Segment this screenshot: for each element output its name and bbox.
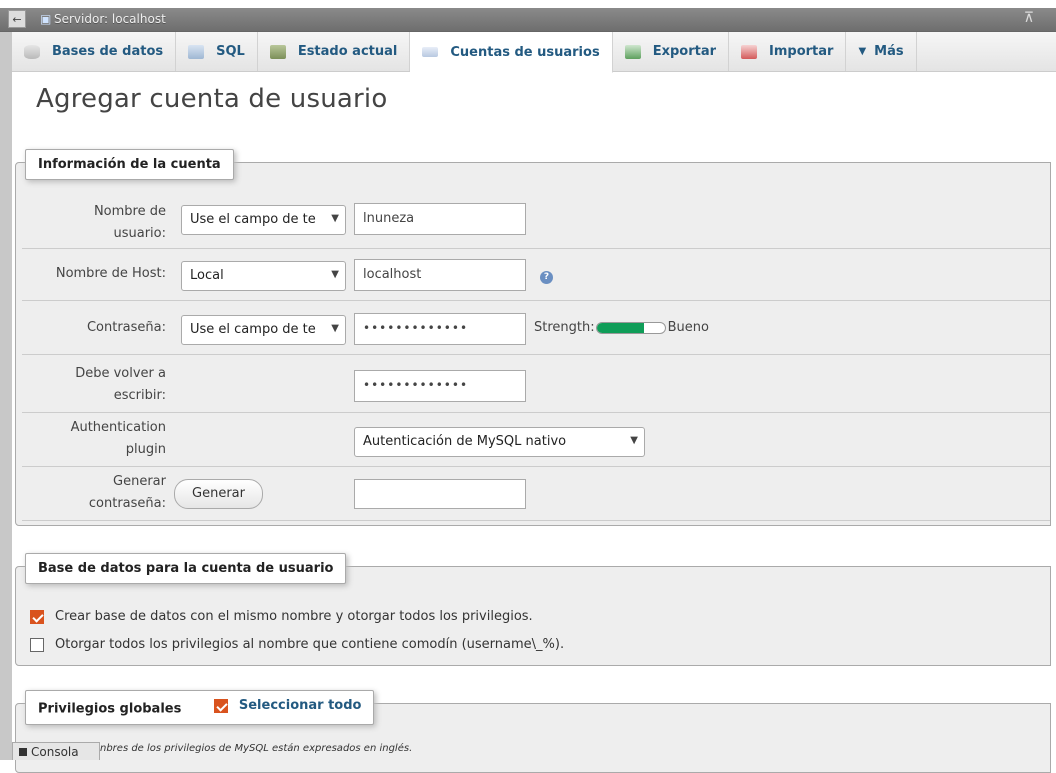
password-input[interactable]: ••••••••••••• bbox=[354, 313, 526, 345]
chevron-down-icon: ▼ bbox=[630, 435, 638, 446]
tab-sql[interactable]: SQL bbox=[176, 32, 258, 71]
username-type-select[interactable]: Use el campo de te ▼ bbox=[181, 205, 346, 235]
host-input[interactable]: localhost bbox=[354, 259, 526, 291]
select-all-checkbox[interactable] bbox=[213, 698, 228, 713]
strength-label: Strength: bbox=[534, 320, 595, 335]
wildcard-option[interactable]: Otorgar todos los privilegios al nombre … bbox=[30, 637, 564, 652]
auth-plugin-row: Authentication plugin Autenticación de My… bbox=[22, 413, 1050, 467]
strength-meter bbox=[595, 321, 666, 334]
username-row: Nombre de usuario: Use el campo de te ▼ ln… bbox=[22, 193, 1050, 249]
tab-label: Cuentas de usuarios bbox=[450, 44, 600, 60]
export-icon bbox=[624, 44, 641, 59]
tab-export[interactable]: Exportar bbox=[613, 32, 729, 71]
tab-user-accounts[interactable]: Cuentas de usuarios bbox=[410, 32, 613, 73]
tab-status[interactable]: Estado actual bbox=[258, 32, 411, 71]
help-icon[interactable]: ? bbox=[540, 271, 553, 284]
import-icon bbox=[741, 44, 757, 59]
server-icon: ▣ bbox=[40, 12, 52, 26]
host-row: Nombre de Host: Local ▼ localhost ? bbox=[22, 249, 1050, 301]
create-db-label: Crear base de datos con el mismo nombre … bbox=[55, 609, 533, 624]
page-title: Agregar cuenta de usuario bbox=[36, 84, 388, 114]
server-title[interactable]: Servidor: localhost bbox=[54, 12, 166, 26]
generate-password-row: Generar contraseña: Generar bbox=[22, 467, 1050, 521]
username-label: Nombre de usuario: bbox=[93, 204, 166, 241]
retype-password-input[interactable]: ••••••••••••• bbox=[354, 370, 526, 402]
generated-password-input[interactable] bbox=[354, 479, 526, 509]
account-info-fieldset: Información de la cuenta Nombre de usuari… bbox=[15, 149, 1051, 526]
password-type-select[interactable]: Use el campo de te ▼ bbox=[181, 315, 346, 345]
global-privileges-title: Privilegios globales bbox=[38, 701, 182, 717]
tab-label: Más bbox=[874, 44, 904, 59]
sql-icon bbox=[188, 44, 205, 59]
username-input[interactable]: lnuneza bbox=[354, 203, 526, 235]
tab-label: Bases de datos bbox=[52, 44, 164, 59]
console-label: Consola bbox=[31, 744, 79, 759]
database-fieldset: Base de datos para la cuenta de usuario … bbox=[15, 553, 1051, 666]
tab-databases[interactable]: Bases de datos bbox=[12, 32, 177, 71]
retype-row: Debe volver a escribir: ••••••••••••• bbox=[22, 355, 1050, 413]
password-strength: Strength: Bueno bbox=[534, 320, 709, 335]
global-privileges-legend: Privilegios globales Seleccionar todo bbox=[25, 690, 375, 725]
account-info-legend: Información de la cuenta bbox=[25, 149, 234, 180]
left-border bbox=[0, 32, 12, 760]
generate-password-label: Generar contraseña: bbox=[88, 474, 166, 511]
database-icon bbox=[24, 44, 40, 59]
users-icon bbox=[422, 47, 439, 57]
database-legend: Base de datos para la cuenta de usuario bbox=[25, 553, 347, 584]
auth-plugin-label: Authentication plugin bbox=[70, 420, 166, 457]
chevron-down-icon: ▼ bbox=[331, 323, 339, 334]
tab-label: SQL bbox=[216, 44, 245, 59]
tab-label: Importar bbox=[769, 44, 834, 59]
tab-import[interactable]: Importar bbox=[729, 32, 847, 71]
create-db-checkbox[interactable] bbox=[30, 609, 44, 624]
generate-button[interactable]: Generar bbox=[174, 479, 263, 509]
password-label: Contraseña: bbox=[86, 320, 166, 335]
strength-fill bbox=[596, 322, 645, 333]
chevron-down-icon: ▼ bbox=[331, 269, 339, 280]
chevron-down-icon: ▼ bbox=[331, 213, 339, 224]
console-toggle[interactable]: Consola bbox=[12, 742, 100, 760]
wildcard-label: Otorgar todos los privilegios al nombre … bbox=[55, 637, 565, 652]
select-all-label: Seleccionar todo bbox=[238, 698, 362, 713]
wildcard-checkbox[interactable] bbox=[30, 637, 44, 652]
arrow-left-icon[interactable]: ← bbox=[8, 10, 26, 28]
auth-plugin-select[interactable]: Autenticación de MySQL nativo ▼ bbox=[354, 427, 645, 457]
retype-label: Debe volver a escribir: bbox=[75, 366, 166, 403]
global-privileges-fieldset: Privilegios globales Seleccionar todo bbox=[15, 690, 1051, 773]
tab-bar: Bases de datos SQL Estado actual Cuentas… bbox=[12, 32, 1056, 73]
tab-label: Estado actual bbox=[297, 44, 398, 59]
strength-text: Bueno bbox=[667, 320, 709, 335]
password-row: Contraseña: Use el campo de te ▼ ••••••••… bbox=[22, 301, 1050, 355]
tab-label: Exportar bbox=[652, 44, 716, 59]
tab-more[interactable]: ▼ Más bbox=[846, 32, 917, 71]
select-all-toggle[interactable]: Seleccionar todo bbox=[213, 698, 362, 713]
console-icon bbox=[19, 747, 27, 756]
host-type-select[interactable]: Local ▼ bbox=[181, 261, 346, 291]
server-bar: ← ▣ Servidor: localhost ⊼ bbox=[0, 0, 1056, 32]
privileges-note: nbres de los privilegios de MySQL están … bbox=[100, 743, 413, 754]
caret-down-icon: ▼ bbox=[858, 46, 867, 57]
create-db-option[interactable]: Crear base de datos con el mismo nombre … bbox=[30, 609, 533, 624]
host-label: Nombre de Host: bbox=[55, 266, 166, 281]
status-icon bbox=[269, 44, 286, 59]
collapse-up-icon[interactable]: ⊼ bbox=[1024, 10, 1034, 26]
